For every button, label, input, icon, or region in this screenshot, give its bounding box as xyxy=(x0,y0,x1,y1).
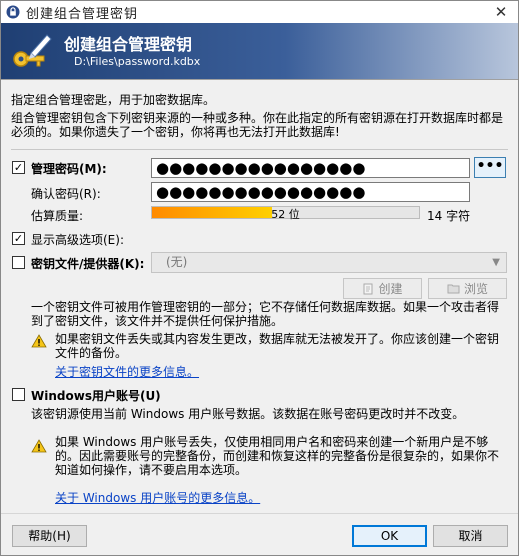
quality-label: 估算质量: xyxy=(31,209,84,223)
banner-divider xyxy=(1,79,518,80)
key-file-select-value: (无) xyxy=(166,255,188,269)
windows-account-label: Windows用户账号(U) xyxy=(31,389,161,403)
advanced-options-checkbox[interactable]: ✓ xyxy=(12,232,25,245)
windows-account-warning: 如果 Windows 用户账号丢失，仅使用相同用户名和密码来创建一个新用户是不够… xyxy=(55,435,500,477)
window-title: 创建组合管理密钥 xyxy=(26,6,139,22)
lock-icon xyxy=(6,5,20,19)
close-icon[interactable]: ✕ xyxy=(492,3,510,21)
browse-key-file-button[interactable]: 浏览 xyxy=(428,278,507,299)
key-file-warning: 如果密钥文件丢失或其内容发生更改，数据库就无法被发开了。你应该创建一个密钥文件的… xyxy=(55,332,500,360)
check-icon: ✓ xyxy=(13,232,24,245)
key-file-checkbox[interactable] xyxy=(12,256,25,269)
dialog-footer: 帮助(H) OK 取消 xyxy=(1,513,518,555)
master-password-checkbox[interactable]: ✓ xyxy=(12,161,25,174)
warning-icon xyxy=(31,439,47,453)
character-count: 14 字符 xyxy=(427,209,471,223)
key-pen-icon xyxy=(13,34,52,67)
new-file-icon xyxy=(363,283,373,294)
browse-button-label: 浏览 xyxy=(463,282,488,296)
cancel-button[interactable]: 取消 xyxy=(433,525,508,547)
windows-account-description: 该密钥源使用当前 Windows 用户账号数据。该数据在账号密码更改时并不改变。 xyxy=(31,407,465,421)
show-password-button[interactable]: ••• xyxy=(474,157,506,178)
folder-icon xyxy=(447,284,460,294)
key-file-select[interactable]: (无) ▼ xyxy=(151,252,507,273)
chevron-down-icon: ▼ xyxy=(492,257,500,268)
title-bar: 创建组合管理密钥 ✕ xyxy=(1,1,518,23)
advanced-options-label: 显示高级选项(E): xyxy=(31,233,124,247)
confirm-password-input[interactable]: ●●●●●●●●●●●●●●●● xyxy=(151,182,470,202)
master-password-input[interactable]: ●●●●●●●●●●●●●●●● xyxy=(151,158,470,178)
database-path: D:\Files\password.kdbx xyxy=(74,55,201,68)
master-password-label: 管理密码(M): xyxy=(31,162,107,176)
key-file-description: 一个密钥文件可被用作管理密钥的一部分；它不存储任何数据库数据。如果一个攻击者得到… xyxy=(31,300,500,328)
intro-line: 指定组合管理密匙，用于加密数据库。 xyxy=(11,93,216,107)
banner-title: 创建组合管理密钥 xyxy=(64,35,193,54)
intro-paragraph: 组合管理密钥包含下列密钥来源的一种或多种。你在此指定的所有密钥源在打开数据库时都… xyxy=(11,111,504,139)
quality-bits: 52 位 xyxy=(271,208,300,221)
help-button[interactable]: 帮助(H) xyxy=(12,525,87,547)
create-master-key-dialog: 创建组合管理密钥 ✕ 创建组合管理密钥 D:\Files\password.kd… xyxy=(0,0,519,556)
windows-account-info-link[interactable]: 关于 Windows 用户账号的更多信息。 xyxy=(55,489,260,506)
confirm-password-label: 确认密码(R): xyxy=(31,187,101,201)
windows-account-checkbox[interactable] xyxy=(12,388,25,401)
create-button-label: 创建 xyxy=(378,282,403,296)
header-banner: 创建组合管理密钥 D:\Files\password.kdbx xyxy=(1,23,518,79)
quality-bar: 52 位 xyxy=(151,206,420,221)
key-file-label: 密钥文件/提供器(K): xyxy=(31,257,145,271)
create-key-file-button[interactable]: 创建 xyxy=(343,278,422,299)
warning-icon xyxy=(31,334,47,348)
ok-button[interactable]: OK xyxy=(352,525,427,547)
check-icon: ✓ xyxy=(13,161,24,174)
section-divider xyxy=(11,149,508,150)
key-file-info-link[interactable]: 关于密钥文件的更多信息。 xyxy=(55,363,199,380)
